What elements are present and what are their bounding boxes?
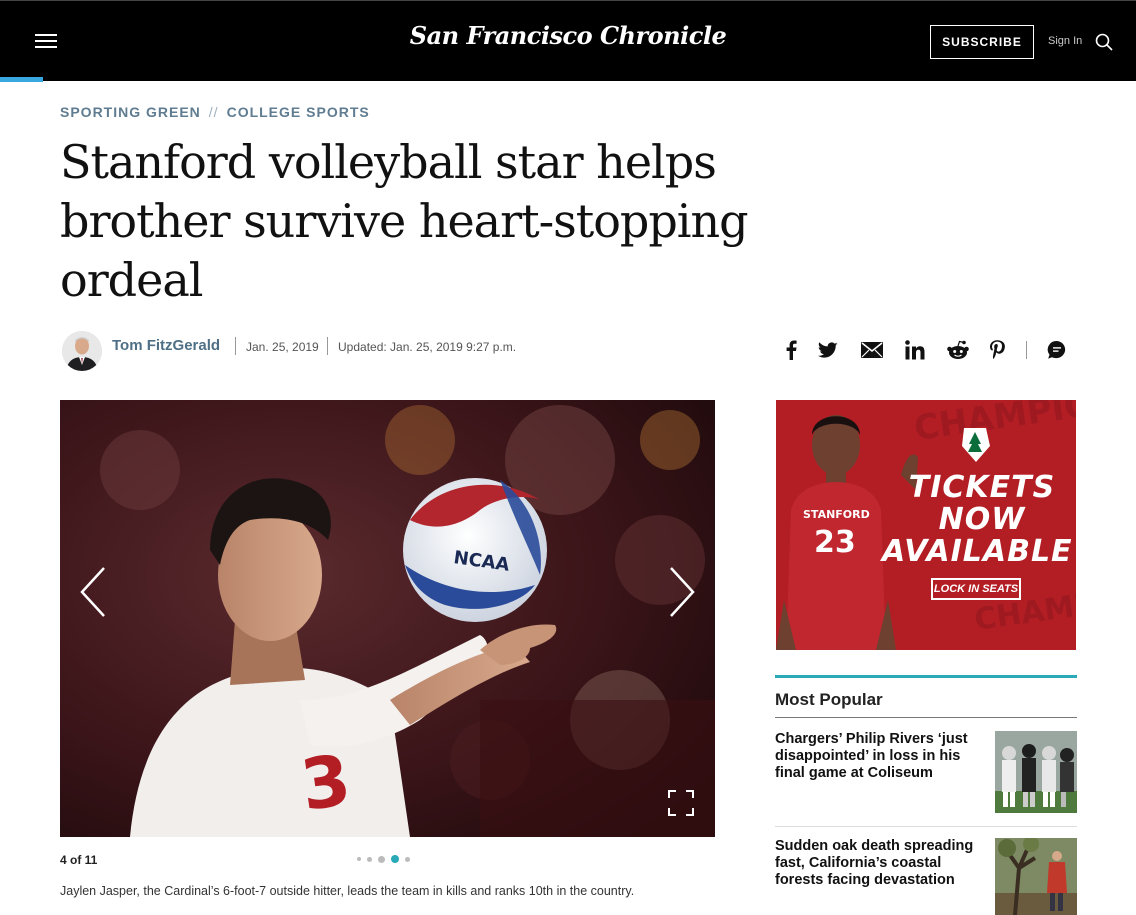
gallery-dot[interactable] <box>367 856 372 862</box>
breadcrumb: SPORTING GREEN // COLLEGE SPORTS <box>60 104 370 120</box>
search-icon[interactable] <box>1095 33 1113 51</box>
gallery-dot-active[interactable] <box>391 855 399 863</box>
sign-in-link[interactable]: Sign In <box>1048 35 1082 47</box>
share-divider <box>1026 341 1027 359</box>
breadcrumb-separator: // <box>208 104 219 120</box>
linkedin-icon[interactable] <box>903 338 927 362</box>
email-icon[interactable] <box>860 338 884 362</box>
gallery-photo: 3 NCAA <box>60 400 715 837</box>
subscribe-button[interactable]: SUBSCRIBE <box>930 25 1034 59</box>
popular-item-divider <box>775 826 1077 827</box>
ad-headline-line: NOW <box>938 502 1026 537</box>
twitter-icon[interactable] <box>816 338 840 362</box>
breadcrumb-sporting-green[interactable]: SPORTING GREEN <box>60 104 201 120</box>
site-header: San Francisco Chronicle SUBSCRIBE Sign I… <box>0 0 1136 82</box>
popular-item-thumbnail[interactable] <box>995 838 1077 915</box>
byline-divider <box>327 337 328 355</box>
most-popular-divider <box>775 717 1077 718</box>
reading-progress-bar <box>0 77 43 82</box>
breadcrumb-college-sports[interactable]: COLLEGE SPORTS <box>227 104 370 120</box>
gallery-pagination <box>357 855 410 863</box>
ad-headline-line: TICKETS <box>908 470 1056 505</box>
most-popular-rule <box>775 675 1077 678</box>
facebook-icon[interactable] <box>779 338 803 362</box>
fullscreen-icon[interactable] <box>668 790 694 816</box>
ad-lock-in-seats-button[interactable]: LOCK IN SEATS <box>931 578 1021 600</box>
gallery-prev-arrow-icon[interactable] <box>78 565 108 619</box>
article-headline: Stanford volleyball star helps brother s… <box>60 135 749 307</box>
ad-jersey-number: 23 <box>814 525 856 560</box>
photo-caption: Jaylen Jasper, the Cardinal’s 6-foot-7 o… <box>60 884 635 898</box>
gallery-dot[interactable] <box>405 856 410 862</box>
gallery-dot[interactable] <box>378 855 385 863</box>
reddit-icon[interactable] <box>946 338 970 362</box>
popular-item-title[interactable]: Chargers’ Philip Rivers ‘just disappoint… <box>775 731 975 782</box>
byline-divider <box>235 337 236 355</box>
updated-date: Updated: Jan. 25, 2019 9:27 p.m. <box>338 340 517 354</box>
comments-icon[interactable] <box>1045 338 1069 362</box>
popular-item-title[interactable]: Sudden oak death spreading fast, Califor… <box>775 838 975 889</box>
gallery-dot[interactable] <box>357 857 361 861</box>
ad-headline: TICKETS NOW AVAILABLE <box>882 470 1072 568</box>
gallery-next-arrow-icon[interactable] <box>667 565 697 619</box>
author-avatar[interactable] <box>62 331 102 371</box>
author-name-link[interactable]: Tom FitzGerald <box>112 337 220 354</box>
popular-item-thumbnail[interactable] <box>995 731 1077 813</box>
gallery-counter: 4 of 11 <box>60 853 98 867</box>
photo-gallery[interactable]: 3 NCAA <box>60 400 715 837</box>
most-popular-title: Most Popular <box>775 690 883 709</box>
ad-headline-line: AVAILABLE <box>882 534 1073 569</box>
ad-jersey-school: STANFORD <box>803 508 870 521</box>
pinterest-icon[interactable] <box>985 338 1009 362</box>
publish-date: Jan. 25, 2019 <box>246 340 319 354</box>
